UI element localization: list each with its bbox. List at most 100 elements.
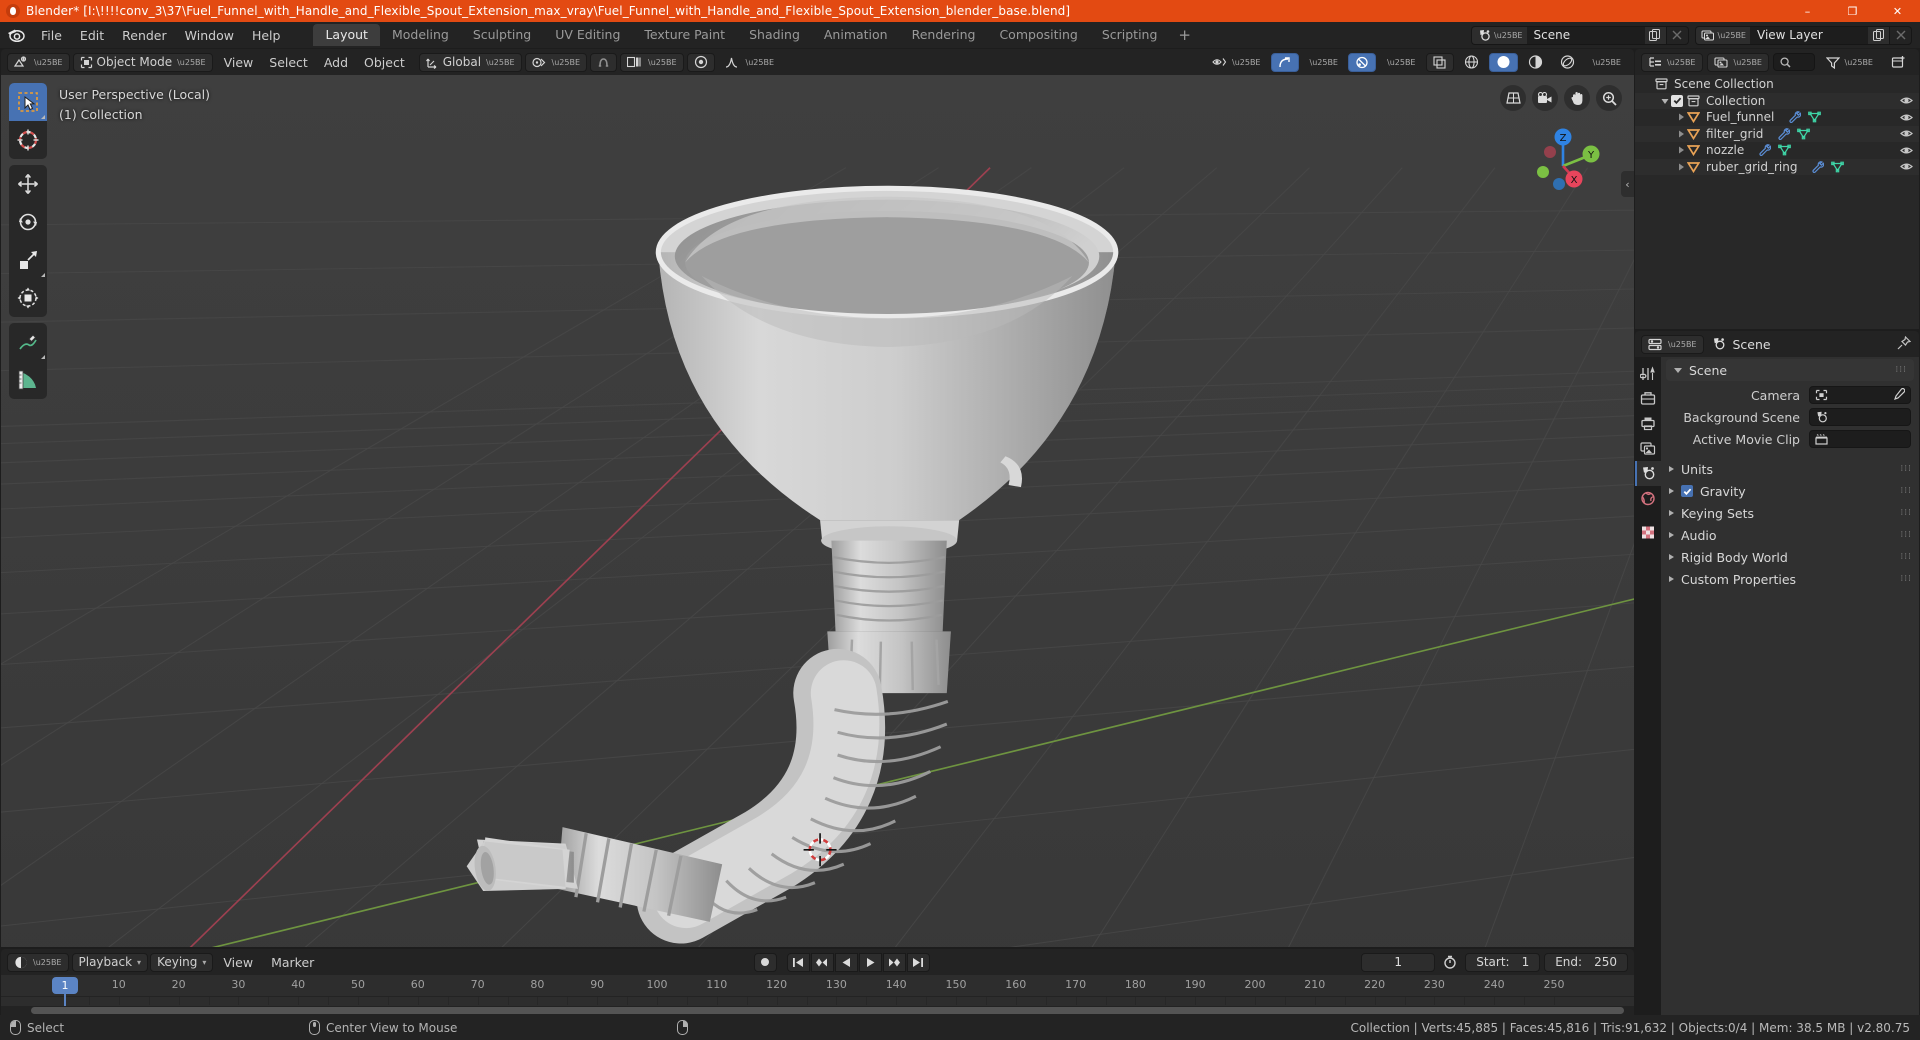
timeline-menu-playback[interactable]: Playback ▾ <box>71 952 149 972</box>
workspace-tab-shading[interactable]: Shading <box>737 24 812 46</box>
expand-triangle-icon[interactable] <box>1675 113 1687 121</box>
jump-to-start-button[interactable] <box>786 952 810 972</box>
timeline-menu-keying[interactable]: Keying ▾ <box>150 952 214 972</box>
tool-select-box[interactable] <box>9 83 47 121</box>
property-section-units[interactable]: Units ⁞⁞⁞ <box>1661 458 1919 480</box>
mesh-data-icon[interactable] <box>1831 161 1845 173</box>
property-section-custom-properties[interactable]: Custom Properties ⁞⁞⁞ <box>1661 568 1919 590</box>
tool-move[interactable] <box>9 165 47 203</box>
workspace-tab-sculpting[interactable]: Sculpting <box>461 24 543 46</box>
use-preview-range-icon[interactable] <box>1439 955 1461 969</box>
zoom-view-icon[interactable] <box>1596 85 1622 111</box>
property-section-keying-sets[interactable]: Keying Sets ⁞⁞⁞ <box>1661 502 1919 524</box>
property-section-gravity[interactable]: Gravity ⁞⁞⁞ <box>1661 480 1919 502</box>
outliner-row[interactable]: ruber_grid_ring <box>1635 158 1919 175</box>
new-view-layer-button[interactable] <box>1868 25 1890 45</box>
timeline-ruler[interactable]: 10 20 30 40 50 60 70 80 90 100 110 120 130 140 150 160 1… <box>1 975 1634 997</box>
close-button[interactable]: ✕ <box>1875 0 1920 22</box>
viewport-menu-object[interactable]: Object <box>356 52 413 73</box>
workspace-tab-animation[interactable]: Animation <box>812 24 900 46</box>
tab-tool[interactable] <box>1635 361 1661 386</box>
mesh-data-icon[interactable] <box>1778 144 1792 156</box>
workspace-tab-rendering[interactable]: Rendering <box>900 24 988 46</box>
property-value-field[interactable] <box>1809 386 1911 404</box>
maximize-button[interactable]: ❐ <box>1830 0 1875 22</box>
jump-to-next-keyframe-button[interactable] <box>882 952 906 972</box>
tool-transform[interactable] <box>9 279 47 317</box>
view-layer-selector[interactable]: \u25BE View Layer <box>1694 25 1912 45</box>
shading-wireframe-button[interactable] <box>1457 53 1486 72</box>
mesh-data-icon[interactable] <box>1797 128 1811 140</box>
sidebar-collapse-arrow[interactable]: ‹ <box>1621 171 1634 197</box>
outliner-search-input[interactable] <box>1773 53 1815 71</box>
transform-orientation-dropdown[interactable]: Global \u25BE <box>418 52 522 72</box>
tab-view-layer[interactable] <box>1635 436 1661 461</box>
jump-to-prev-keyframe-button[interactable] <box>810 952 834 972</box>
new-scene-button[interactable] <box>1644 25 1667 45</box>
property-section-rigid-body-world[interactable]: Rigid Body World ⁞⁞⁞ <box>1661 546 1919 568</box>
outliner-tree[interactable]: Scene Collection Collection Fuel_funnel fil… <box>1635 75 1919 329</box>
xray-toggle[interactable] <box>1425 52 1454 72</box>
workspace-tab-layout[interactable]: Layout <box>313 24 380 46</box>
timeline-menu-view[interactable]: View <box>215 952 261 973</box>
outliner-new-collection-button[interactable] <box>1884 53 1913 72</box>
tool-measure[interactable] <box>9 361 47 399</box>
view-layer-name-field[interactable]: View Layer <box>1750 25 1868 45</box>
overlay-settings-dropdown[interactable]: \u25BE <box>1379 53 1423 72</box>
outliner-filter-button[interactable]: \u25BE <box>1819 53 1881 72</box>
tab-scene[interactable] <box>1635 461 1661 486</box>
shading-material-preview-button[interactable] <box>1521 53 1550 72</box>
visibility-filter-dropdown[interactable]: \u25BE <box>1204 53 1268 72</box>
tab-output[interactable] <box>1635 411 1661 436</box>
modifier-icon[interactable] <box>1788 111 1802 124</box>
proportional-falloff-dropdown[interactable]: \u25BE <box>718 53 782 72</box>
workspace-tab-scripting[interactable]: Scripting <box>1090 24 1170 46</box>
show-gizmo-toggle[interactable] <box>1270 52 1299 72</box>
visibility-eye-icon[interactable] <box>1900 112 1913 123</box>
menu-render[interactable]: Render <box>113 25 176 46</box>
shading-settings-dropdown[interactable]: \u25BE <box>1585 53 1629 72</box>
scene-name-field[interactable]: Scene <box>1526 25 1645 45</box>
editor-type-button[interactable]: \u25BE <box>7 52 70 72</box>
scene-panel-header[interactable]: Scene ⁞⁞⁞ <box>1666 359 1914 381</box>
view-axis-gizmo[interactable]: Z Y X <box>1520 123 1606 209</box>
pan-view-icon[interactable] <box>1564 85 1590 111</box>
snap-settings-dropdown[interactable]: \u25BE <box>620 52 684 72</box>
outliner-row[interactable]: nozzle <box>1635 142 1919 159</box>
property-section-audio[interactable]: Audio ⁞⁞⁞ <box>1661 524 1919 546</box>
play-button[interactable] <box>858 952 882 972</box>
toggle-camera-view-icon[interactable] <box>1532 85 1558 111</box>
properties-editor-type-button[interactable]: \u25BE <box>1641 334 1704 354</box>
menu-edit[interactable]: Edit <box>71 25 113 46</box>
section-checkbox[interactable] <box>1681 485 1693 497</box>
menu-window[interactable]: Window <box>176 25 243 46</box>
tab-render[interactable] <box>1635 386 1661 411</box>
start-frame-field[interactable]: Start: 1 <box>1465 952 1541 972</box>
workspace-tab-compositing[interactable]: Compositing <box>987 24 1089 46</box>
timeline-scrollbar[interactable] <box>1 1006 1634 1015</box>
gizmo-settings-dropdown[interactable]: \u25BE <box>1302 53 1346 72</box>
tool-scale[interactable] <box>9 241 47 279</box>
outliner-row[interactable]: filter_grid <box>1635 125 1919 142</box>
visibility-eye-icon[interactable] <box>1900 145 1913 156</box>
expand-triangle-icon[interactable] <box>1675 163 1687 171</box>
shading-rendered-button[interactable] <box>1553 53 1582 72</box>
modifier-icon[interactable] <box>1758 144 1772 157</box>
expand-triangle-icon[interactable] <box>1675 146 1687 154</box>
unlink-scene-button[interactable] <box>1666 25 1689 45</box>
current-frame-field[interactable]: 1 <box>1361 952 1436 972</box>
outliner-display-mode-button[interactable]: \u25BE <box>1706 52 1769 72</box>
pivot-point-dropdown[interactable]: \u25BE <box>524 52 588 72</box>
timeline-body[interactable]: 10 20 30 40 50 60 70 80 90 100 110 120 130 140 150 160 1… <box>1 975 1634 1015</box>
tool-cursor[interactable] <box>9 121 47 159</box>
show-overlays-toggle[interactable] <box>1348 52 1376 72</box>
modifier-icon[interactable] <box>1811 160 1825 173</box>
workspace-tab-modeling[interactable]: Modeling <box>380 24 461 46</box>
tool-rotate[interactable] <box>9 203 47 241</box>
mesh-data-icon[interactable] <box>1808 111 1822 123</box>
modifier-icon[interactable] <box>1777 127 1791 140</box>
add-workspace-button[interactable]: + <box>1169 26 1200 44</box>
jump-to-end-button[interactable] <box>906 952 930 972</box>
3d-viewport[interactable]: User Perspective (Local) (1) Collection <box>1 75 1634 947</box>
tab-world[interactable] <box>1635 486 1661 511</box>
